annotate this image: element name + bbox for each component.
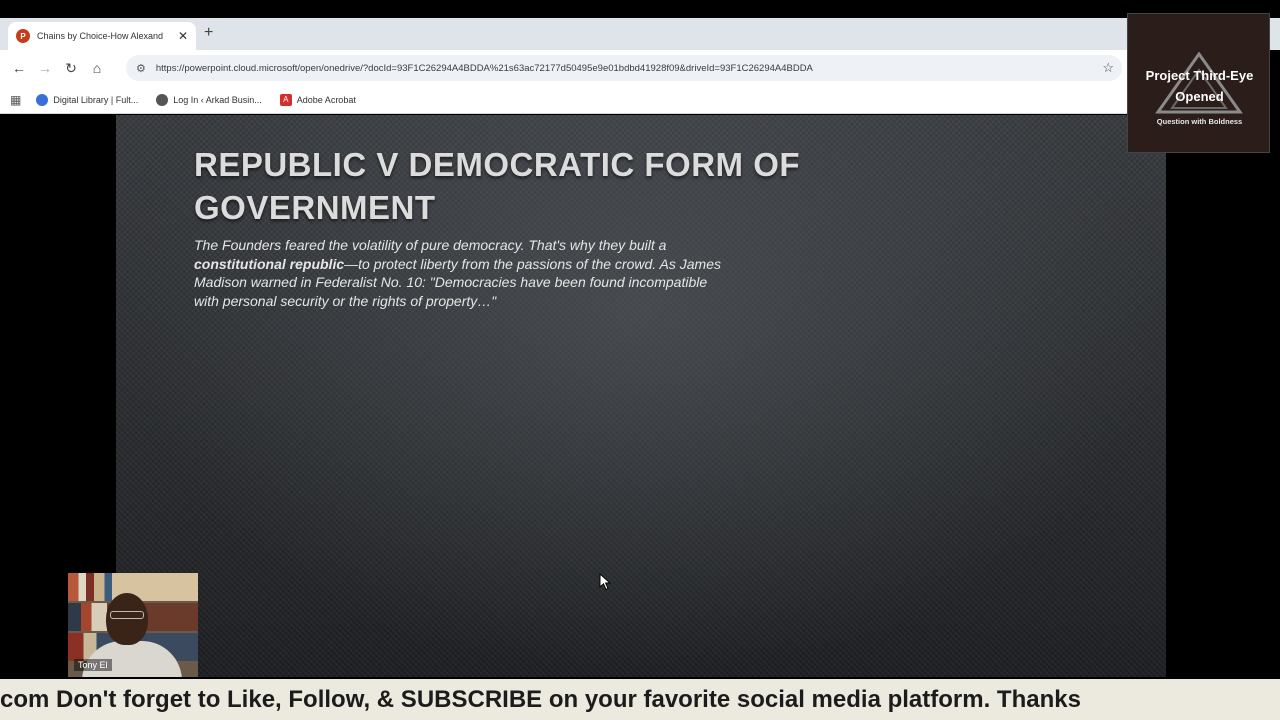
channel-logo: Project Third-Eye Opened Question with B… [1127,13,1270,153]
mouse-cursor-icon [599,573,612,591]
logo-tagline: Question with Boldness [1156,117,1243,126]
participant-name: Tony El [74,659,112,671]
bookmark-digital-library[interactable]: Digital Library | Fult... [36,93,139,106]
bookmark-adobe-acrobat[interactable]: A Adobe Acrobat [279,93,356,106]
browser-toolbar: ← → ↻ ⌂ ⚙ https://powerpoint.cloud.micro… [0,50,1128,86]
url-text[interactable]: https://powerpoint.cloud.microsoft/open/… [156,63,1076,74]
bookmark-label: Digital Library | Fult... [53,94,139,105]
powerpoint-icon: P [16,29,30,43]
new-tab-icon[interactable]: + [204,24,213,42]
library-icon [36,93,49,106]
acrobat-icon: A [279,93,292,106]
forward-icon[interactable]: → [32,60,58,76]
bookmarks-bar: ▦ Digital Library | Fult... Log In ‹ Ark… [0,86,1128,114]
ticker-text: com Don't forget to Like, Follow, & SUBS… [0,686,1081,713]
slide-title: REPUBLIC V DEMOCRATIC FORM OF GOVERNMENT [194,146,801,226]
bookmark-label: Log In ‹ Arkad Busin... [173,94,262,105]
address-bar[interactable]: ⚙ https://powerpoint.cloud.microsoft/ope… [126,55,1122,81]
tab-bar: P Chains by Choice-How Alexand ✕ + [0,18,1280,50]
home-icon[interactable]: ⌂ [84,60,110,76]
slide-body: The Founders feared the volatility of pu… [194,236,734,310]
back-icon[interactable]: ← [6,60,32,76]
body-text-1: The Founders feared the volatility of pu… [194,237,667,253]
site-info-icon[interactable]: ⚙ [136,62,146,75]
tab-title: Chains by Choice-How Alexand [37,31,164,41]
presentation-slide: REPUBLIC V DEMOCRATIC FORM OF GOVERNMENT… [116,115,1166,677]
bookmark-arkad-login[interactable]: Log In ‹ Arkad Busin... [156,93,262,106]
bookmark-label: Adobe Acrobat [296,94,356,105]
browser-tab[interactable]: P Chains by Choice-How Alexand ✕ [8,22,196,50]
globe-icon [156,93,169,106]
apps-grid-icon[interactable]: ▦ [10,93,21,107]
logo-line-1: Project Third-Eye [1145,68,1254,83]
webcam-feed: Tony El [68,573,198,677]
body-text-bold: constitutional republic [194,255,345,272]
person-head [106,593,148,645]
bookmark-star-icon[interactable]: ☆ [1102,60,1114,76]
logo-line-2: Opened [1175,89,1224,104]
screen: P Chains by Choice-How Alexand ✕ + ← → ↻… [0,0,1280,720]
pyramid-eye-icon [1155,52,1243,114]
reload-icon[interactable]: ↻ [58,60,84,77]
close-tab-icon[interactable]: ✕ [178,29,188,43]
glasses [110,611,144,619]
ticker-banner: com Don't forget to Like, Follow, & SUBS… [0,679,1280,720]
